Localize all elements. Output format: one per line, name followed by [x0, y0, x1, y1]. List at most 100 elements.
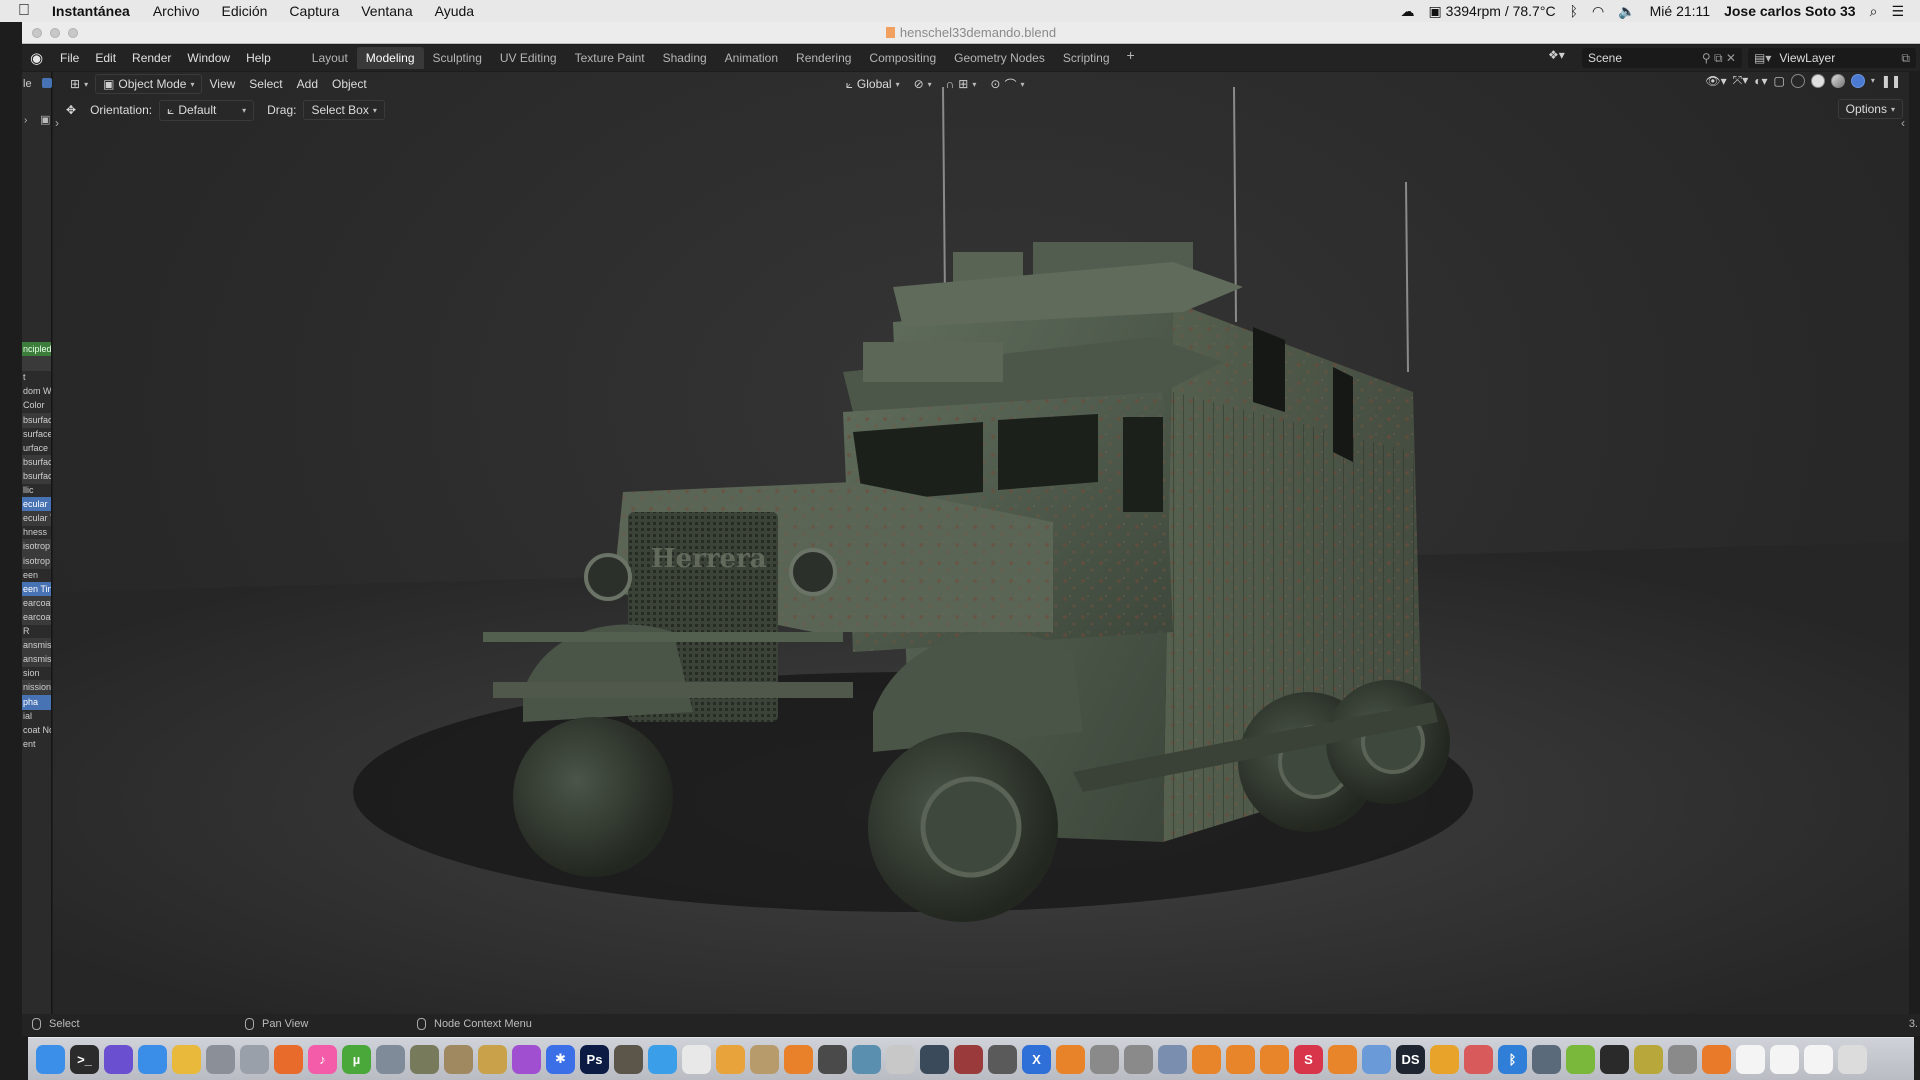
tab-sculpting[interactable]: Sculpting — [424, 47, 491, 69]
blender-2-icon[interactable] — [1226, 1044, 1255, 1074]
tab-scripting[interactable]: Scripting — [1054, 47, 1119, 69]
overlays-icon[interactable]: ◐▾ — [1754, 74, 1767, 88]
menu-object[interactable]: Object — [325, 75, 374, 93]
cloud-icon[interactable]: ☁ — [1401, 3, 1415, 20]
clock[interactable]: Mié 21:11 — [1650, 3, 1710, 19]
xcode-tool-icon[interactable] — [1532, 1044, 1561, 1074]
property-row[interactable]: ecular T — [22, 511, 51, 527]
property-row[interactable]: nission S — [22, 680, 51, 696]
substance-icon[interactable]: S — [1294, 1044, 1323, 1074]
move-tool-icon[interactable]: ✥ — [59, 101, 83, 119]
menu-render[interactable]: Render — [124, 51, 179, 65]
paint-icon[interactable] — [1430, 1044, 1459, 1074]
property-row[interactable]: pha — [22, 694, 51, 710]
property-row[interactable]: bsurfac — [22, 454, 51, 470]
drag-selector[interactable]: Select Box ▾ — [303, 100, 385, 120]
menu-captura[interactable]: Captura — [278, 3, 350, 19]
property-row[interactable]: sion — [22, 666, 51, 681]
tab-modeling[interactable]: Modeling — [356, 47, 424, 69]
visibility-icon[interactable]: 👁▾ — [1705, 74, 1726, 88]
spotlight-icon[interactable]: ⌕ — [1870, 3, 1878, 20]
character-icon[interactable] — [852, 1044, 881, 1074]
daz-studio-icon[interactable]: DS — [1396, 1044, 1425, 1074]
menu-ayuda[interactable]: Ayuda — [424, 3, 485, 19]
drawing-app-icon[interactable] — [988, 1044, 1017, 1074]
property-row[interactable] — [22, 356, 51, 372]
property-row[interactable]: earcoat — [22, 595, 51, 611]
siri-icon[interactable] — [104, 1044, 133, 1074]
photoshop-icon[interactable]: Ps — [580, 1044, 609, 1074]
pivot-selector[interactable]: ⊘ ▾ — [907, 75, 939, 93]
pin-icon[interactable]: ⚲ ⧉ ✕ — [1702, 51, 1736, 66]
archive-icon[interactable] — [750, 1044, 779, 1074]
menu-file[interactable]: File — [52, 51, 87, 65]
sidebar-expand-icon[interactable]: ‹ — [1901, 116, 1905, 130]
finder-icon[interactable] — [36, 1044, 65, 1074]
menu-add[interactable]: Add — [290, 75, 325, 93]
checkbox-icon[interactable] — [42, 78, 52, 88]
dark-app-icon[interactable] — [1600, 1044, 1629, 1074]
blender-icon[interactable] — [1192, 1044, 1221, 1074]
tab-uv-editing[interactable]: UV Editing — [491, 47, 566, 69]
property-row[interactable]: earcoat — [22, 609, 51, 625]
property-row[interactable]: bsurfac — [22, 468, 51, 484]
scene-field[interactable]: Scene ⚲ ⧉ ✕ — [1582, 48, 1742, 68]
notes-app-icon[interactable] — [478, 1044, 507, 1074]
editor-type-button[interactable]: ⊞ ▾ — [63, 75, 95, 93]
zoom-window-button[interactable] — [68, 28, 78, 38]
chrome-icon[interactable] — [172, 1044, 201, 1074]
pen-tool-icon[interactable] — [954, 1044, 983, 1074]
trash-icon[interactable] — [1838, 1044, 1867, 1074]
blender-4-icon[interactable] — [1328, 1044, 1357, 1074]
property-row[interactable]: t — [22, 370, 51, 385]
folder-icon[interactable] — [716, 1044, 745, 1074]
preview-icon[interactable] — [376, 1044, 405, 1074]
add-workspace-button[interactable]: + — [1119, 47, 1143, 69]
property-row[interactable]: isotrop — [22, 553, 51, 569]
property-row[interactable]: dom Wa — [22, 384, 51, 399]
itunes-icon[interactable]: ♪ — [308, 1044, 337, 1074]
mode-selector[interactable]: ▣ Object Mode ▾ — [95, 74, 203, 94]
tab-compositing[interactable]: Compositing — [860, 47, 945, 69]
vlc-icon[interactable] — [784, 1044, 813, 1074]
orange-doc-icon[interactable] — [1702, 1044, 1731, 1074]
property-row[interactable]: ansmiss — [22, 652, 51, 668]
calendar-grid-icon[interactable] — [1668, 1044, 1697, 1074]
apple-menu-icon[interactable]:  — [18, 2, 40, 20]
property-row[interactable]: llic — [22, 483, 51, 498]
tab-texture-paint[interactable]: Texture Paint — [566, 47, 654, 69]
mail-icon[interactable] — [886, 1044, 915, 1074]
safari-icon[interactable] — [138, 1044, 167, 1074]
firefox-icon[interactable] — [274, 1044, 303, 1074]
tab-layout[interactable]: Layout — [303, 47, 357, 69]
minimize-window-button[interactable] — [50, 28, 60, 38]
affinity-icon[interactable] — [512, 1044, 541, 1074]
transform-orientation-selector[interactable]: ⟀ Global ▾ — [839, 75, 907, 94]
document-icon[interactable] — [1736, 1044, 1765, 1074]
blade-icon[interactable] — [1158, 1044, 1187, 1074]
property-row[interactable]: een — [22, 568, 51, 583]
android-icon[interactable] — [1566, 1044, 1595, 1074]
tab-rendering[interactable]: Rendering — [787, 47, 860, 69]
new-layer-icon[interactable]: ⧉ — [1901, 51, 1910, 66]
property-row[interactable]: urface C — [22, 441, 51, 456]
menu-archivo[interactable]: Archivo — [142, 3, 211, 19]
menu-window[interactable]: Window — [179, 51, 238, 65]
tab-geometry-nodes[interactable]: Geometry Nodes — [945, 47, 1054, 69]
photos-icon[interactable] — [1464, 1044, 1493, 1074]
menu-select[interactable]: Select — [242, 75, 289, 93]
blender-3-icon[interactable] — [1260, 1044, 1289, 1074]
tab-shading[interactable]: Shading — [654, 47, 716, 69]
rendered-shading-icon[interactable] — [1850, 73, 1865, 88]
property-row[interactable]: een Tin — [22, 581, 51, 597]
property-row[interactable]: surface — [22, 427, 51, 442]
menu-help[interactable]: Help — [238, 51, 279, 65]
globe-app-icon[interactable] — [920, 1044, 949, 1074]
pose-tool-2-icon[interactable] — [1124, 1044, 1153, 1074]
solar-icon[interactable] — [1634, 1044, 1663, 1074]
utorrent-icon[interactable]: µ — [342, 1044, 371, 1074]
document-2-icon[interactable] — [1770, 1044, 1799, 1074]
object-icon[interactable]: ▣ — [40, 113, 50, 126]
wireframe-shading-icon[interactable] — [1790, 73, 1805, 88]
menu-ventana[interactable]: Ventana — [350, 3, 423, 19]
